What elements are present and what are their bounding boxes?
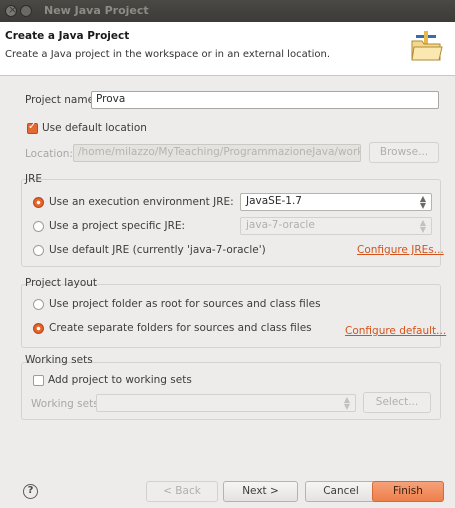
configure-jres-link[interactable]: Configure JREs... [357,244,444,256]
project-layout-group [21,284,441,348]
banner-description: Create a Java project in the workspace o… [5,49,331,60]
jre-default-label: Use default JRE (currently 'java-7-oracl… [49,244,266,256]
wizard-banner: Create a Java Project Create a Java proj… [0,22,455,76]
project-name-input[interactable]: Prova [91,91,439,109]
select-working-sets-button[interactable]: Select... [363,392,431,413]
new-java-project-folder-icon [411,31,443,61]
project-name-label: Project name: [25,94,98,106]
layout-project-root-radio[interactable] [33,299,44,310]
working-sets-select[interactable]: ▲ ▼ [96,394,356,412]
finish-button[interactable]: Finish [372,481,444,502]
location-label: Location: [25,148,73,160]
combo-arrows-icon: ▲ ▼ [343,395,350,411]
working-sets-group-title: Working sets [25,354,93,366]
back-button[interactable]: < Back [146,481,218,502]
jre-execution-environment-label: Use an execution environment JRE: [49,196,234,208]
jre-project-specific-label: Use a project specific JRE: [49,220,186,232]
browse-button[interactable]: Browse... [369,142,439,163]
wizard-content: Project name: Prova Use default location… [0,77,455,467]
configure-default-link[interactable]: Configure default... [345,325,446,337]
jre-default-radio[interactable] [33,245,44,256]
jre-execution-environment-radio[interactable] [33,197,44,208]
jre-group-title: JRE [25,173,43,185]
execution-environment-select[interactable]: JavaSE-1.7 ▲ ▼ [240,193,432,211]
use-default-location-checkbox[interactable] [27,121,38,134]
wizard-footer: ? < Back Next > Cancel Finish [0,467,455,508]
execution-environment-value: JavaSE-1.7 [246,195,302,207]
banner-title: Create a Java Project [5,30,130,42]
close-window-button[interactable] [5,3,17,17]
add-to-working-sets-checkbox[interactable] [33,375,44,386]
help-icon[interactable]: ? [23,484,38,499]
new-java-project-window: New Java Project Create a Java Project C… [0,0,455,508]
window-title: New Java Project [44,4,149,17]
jre-project-specific-radio[interactable] [33,221,44,232]
use-default-location-label: Use default location [42,122,147,134]
cancel-button[interactable]: Cancel [305,481,377,502]
layout-separate-folders-label: Create separate folders for sources and … [49,322,312,334]
minimize-window-button[interactable] [20,5,32,17]
next-button[interactable]: Next > [223,481,298,502]
project-layout-group-title: Project layout [25,277,98,289]
add-to-working-sets-label: Add project to working sets [48,374,192,386]
combo-arrows-icon: ▲ ▼ [419,194,426,210]
location-input[interactable]: /home/milazzo/MyTeaching/ProgrammazioneJ… [73,144,361,162]
layout-project-root-label: Use project folder as root for sources a… [49,298,321,310]
combo-arrows-icon: ▲ ▼ [419,218,426,234]
working-sets-label: Working sets: [31,398,103,410]
project-specific-jre-value: java-7-oracle [246,219,315,231]
layout-separate-folders-radio[interactable] [33,323,44,334]
title-bar: New Java Project [0,0,455,22]
project-specific-jre-select[interactable]: java-7-oracle ▲ ▼ [240,217,432,235]
